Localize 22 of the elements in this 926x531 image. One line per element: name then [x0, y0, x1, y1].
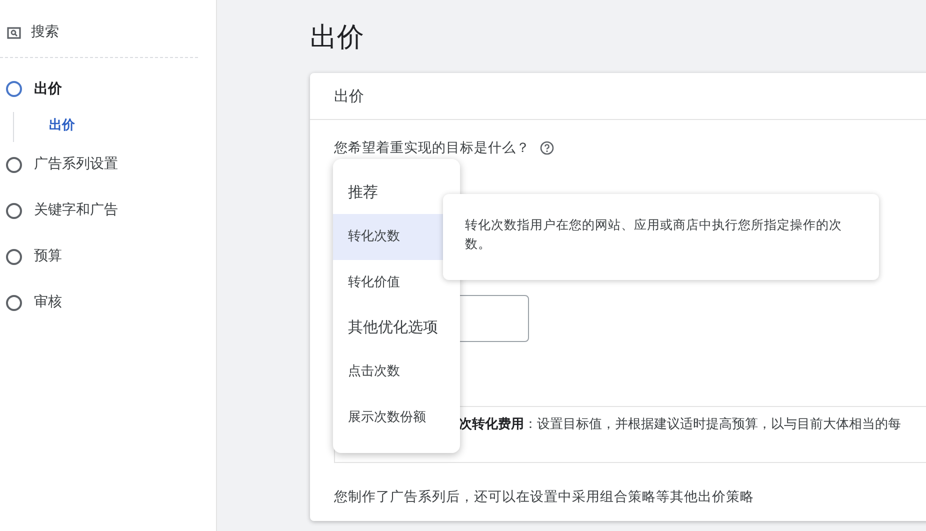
card-title: 出价: [310, 72, 926, 120]
step-circle-icon: [6, 156, 22, 172]
step-link[interactable]: 审核: [34, 292, 62, 313]
menu-option[interactable]: 点击次数: [333, 349, 460, 395]
step-circle-icon: [6, 81, 22, 97]
help-icon[interactable]: [540, 141, 554, 156]
search-label[interactable]: 搜索: [31, 22, 59, 43]
search-icon: [7, 26, 21, 38]
menu-group-label: 其他优化选项: [347, 317, 439, 338]
step-circle-icon: [6, 248, 22, 264]
question-label: 您希望着重实现的目标是什么？: [334, 139, 530, 158]
step-link[interactable]: 关键字和广告: [34, 200, 118, 221]
step-link[interactable]: 出价: [34, 78, 62, 100]
substep-link[interactable]: 出价: [14, 112, 216, 142]
page-title: 出价: [310, 21, 365, 55]
step-circle-icon: [6, 202, 22, 218]
tooltip: 转化次数指用户在您的网站、应用或商店中执行您所指定操作的次数。: [443, 194, 879, 280]
footer-note: 您制作了广告系列后，还可以在设置中采用组合策略等其他出价策略: [334, 488, 755, 508]
step-circle-icon: [6, 294, 22, 310]
step-link[interactable]: 预算: [34, 246, 62, 267]
step-link[interactable]: 广告系列设置: [34, 154, 118, 175]
menu-group-label: 推荐: [347, 182, 379, 204]
